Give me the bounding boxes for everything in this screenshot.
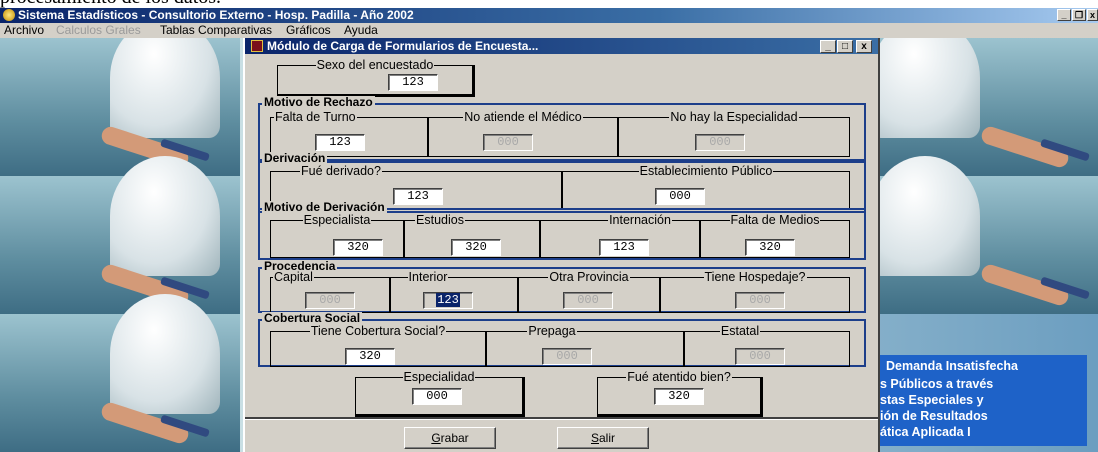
interior-field[interactable]: 123 xyxy=(423,292,473,309)
dialog-title: Módulo de Carga de Formularios de Encues… xyxy=(267,39,539,53)
rechazo-section: Motivo de Rechazo Falta de Turno 123 No … xyxy=(258,96,866,163)
survey-form-dialog: Módulo de Carga de Formularios de Encues… xyxy=(243,38,880,452)
rechazo-title: Motivo de Rechazo xyxy=(262,95,375,109)
grabar-mnemonic: G xyxy=(431,431,441,445)
internacion-label: Internación xyxy=(608,213,672,227)
estudios-frame: Estudios 320 xyxy=(404,213,540,258)
interior-value: 123 xyxy=(436,293,460,307)
side-panel-line: s Públicos a través xyxy=(880,377,994,391)
wallpaper-tile xyxy=(0,294,240,452)
otra-provincia-field[interactable]: 000 xyxy=(563,292,613,309)
dialog-titlebar[interactable]: Módulo de Carga de Formularios de Encues… xyxy=(245,38,878,54)
falta-medios-field[interactable]: 320 xyxy=(745,239,795,256)
app-maximize-button[interactable]: ❐ xyxy=(1072,9,1086,21)
tiene-cobertura-frame: Tiene Cobertura Social? 320 xyxy=(270,324,486,367)
interior-frame: Interior 123 xyxy=(390,270,518,313)
app-title: Sistema Estadísticos - Consultorio Exter… xyxy=(18,8,414,22)
salir-mnemonic: S xyxy=(590,431,599,445)
dialog-minimize-button[interactable]: _ xyxy=(820,40,836,53)
fue-derivado-field[interactable]: 123 xyxy=(393,188,443,205)
form-icon xyxy=(251,40,263,52)
sexo-frame: Sexo del encuestado 123 xyxy=(277,58,475,97)
especialidad-frame: Especialidad 000 xyxy=(355,370,525,417)
grabar-button[interactable]: Grabar xyxy=(404,427,496,449)
prepaga-field[interactable]: 000 xyxy=(542,348,592,365)
no-hay-especialidad-label: No hay la Especialidad xyxy=(669,110,799,124)
no-hay-especialidad-frame: No hay la Especialidad 000 xyxy=(618,110,850,157)
side-panel-line: stas Especiales y xyxy=(880,393,984,407)
menu-ayuda[interactable]: Ayuda xyxy=(344,23,378,38)
dialog-maximize-button[interactable]: □ xyxy=(837,40,853,53)
hospedaje-field[interactable]: 000 xyxy=(735,292,785,309)
atendido-label: Fué atentido bien? xyxy=(626,370,732,384)
especialidad-field[interactable]: 000 xyxy=(412,388,462,405)
no-atiende-field[interactable]: 000 xyxy=(483,134,533,151)
side-panel-line: ión de Resultados xyxy=(880,409,988,423)
cobertura-section: Cobertura Social Tiene Cobertura Social?… xyxy=(258,312,866,367)
dialog-close-button[interactable]: x xyxy=(856,40,872,53)
sexo-field[interactable]: 123 xyxy=(388,74,438,91)
prepaga-label: Prepaga xyxy=(527,324,577,338)
estudios-field[interactable]: 320 xyxy=(451,239,501,256)
menu-tablas-comparativas[interactable]: Tablas Comparativas xyxy=(160,23,272,38)
app-titlebar: Sistema Estadísticos - Consultorio Exter… xyxy=(0,8,1098,23)
grabar-label: rabar xyxy=(440,431,469,445)
side-panel-line: ática Aplicada I xyxy=(880,425,971,439)
app-close-button[interactable]: x xyxy=(1087,9,1098,21)
wallpaper-tile xyxy=(0,156,240,314)
internacion-frame: Internación 123 xyxy=(540,213,700,258)
side-panel-line: Demanda Insatisfecha xyxy=(886,359,1018,373)
establecimiento-label: Establecimiento Público xyxy=(638,164,774,178)
atendido-field[interactable]: 320 xyxy=(654,388,704,405)
app-icon xyxy=(3,9,15,21)
wallpaper-tile xyxy=(870,38,1098,176)
hospedaje-label: Tiene Hospedaje? xyxy=(703,270,807,284)
establecimiento-field[interactable]: 000 xyxy=(655,188,705,205)
no-hay-especialidad-field[interactable]: 000 xyxy=(695,134,745,151)
no-atiende-frame: No atiende el Médico 000 xyxy=(428,110,618,157)
prepaga-frame: Prepaga 000 xyxy=(486,324,684,367)
internacion-field[interactable]: 123 xyxy=(599,239,649,256)
especialista-label: Especialista xyxy=(302,213,372,227)
falta-medios-frame: Falta de Medios 320 xyxy=(700,213,850,258)
wallpaper-tile xyxy=(870,156,1098,314)
hospedaje-frame: Tiene Hospedaje? 000 xyxy=(660,270,850,313)
falta-medios-label: Falta de Medios xyxy=(729,213,821,227)
sexo-label: Sexo del encuestado xyxy=(315,58,435,72)
establecimiento-frame: Establecimiento Público 000 xyxy=(562,164,850,209)
salir-button[interactable]: Salir xyxy=(557,427,649,449)
capital-label: Capital xyxy=(273,270,314,284)
estatal-label: Estatal xyxy=(719,324,761,338)
menu-archivo[interactable]: Archivo xyxy=(4,23,44,38)
app-minimize-button[interactable]: _ xyxy=(1057,9,1071,21)
side-info-panel: Demanda Insatisfecha s Públicos a través… xyxy=(880,355,1087,446)
otra-provincia-label: Otra Provincia xyxy=(548,270,630,284)
tiene-cobertura-field[interactable]: 320 xyxy=(345,348,395,365)
fue-derivado-label: Fué derivado? xyxy=(300,164,382,178)
falta-turno-label: Falta de Turno xyxy=(274,110,357,124)
menu-graficos[interactable]: Gráficos xyxy=(286,23,331,38)
otra-provincia-frame: Otra Provincia 000 xyxy=(518,270,660,313)
especialista-frame: Especialista 320 xyxy=(270,213,404,258)
footer-separator xyxy=(245,417,878,420)
procedencia-section: Procedencia Capital 000 Interior 123 Otr… xyxy=(258,260,866,313)
overflow-caption: procesamiento de los datos. xyxy=(0,0,260,8)
menubar: Archivo Calculos Grales Tablas Comparati… xyxy=(0,23,1098,38)
wallpaper-tile xyxy=(0,38,240,176)
interior-label: Interior xyxy=(407,270,449,284)
motivo-derivacion-section: Motivo de Derivación Especialista 320 Es… xyxy=(258,201,866,260)
estatal-frame: Estatal 000 xyxy=(684,324,850,367)
especialidad-label: Especialidad xyxy=(402,370,476,384)
no-atiende-label: No atiende el Médico xyxy=(463,110,583,124)
tiene-cobertura-label: Tiene Cobertura Social? xyxy=(309,324,447,338)
capital-frame: Capital 000 xyxy=(270,270,390,313)
estatal-field[interactable]: 000 xyxy=(735,348,785,365)
salir-label: alir xyxy=(599,431,616,445)
atendido-frame: Fué atentido bien? 320 xyxy=(597,370,763,417)
estudios-label: Estudios xyxy=(415,213,465,227)
especialista-field[interactable]: 320 xyxy=(333,239,383,256)
capital-field[interactable]: 000 xyxy=(305,292,355,309)
menu-calculos-grales: Calculos Grales xyxy=(56,23,141,37)
falta-turno-field[interactable]: 123 xyxy=(315,134,365,151)
